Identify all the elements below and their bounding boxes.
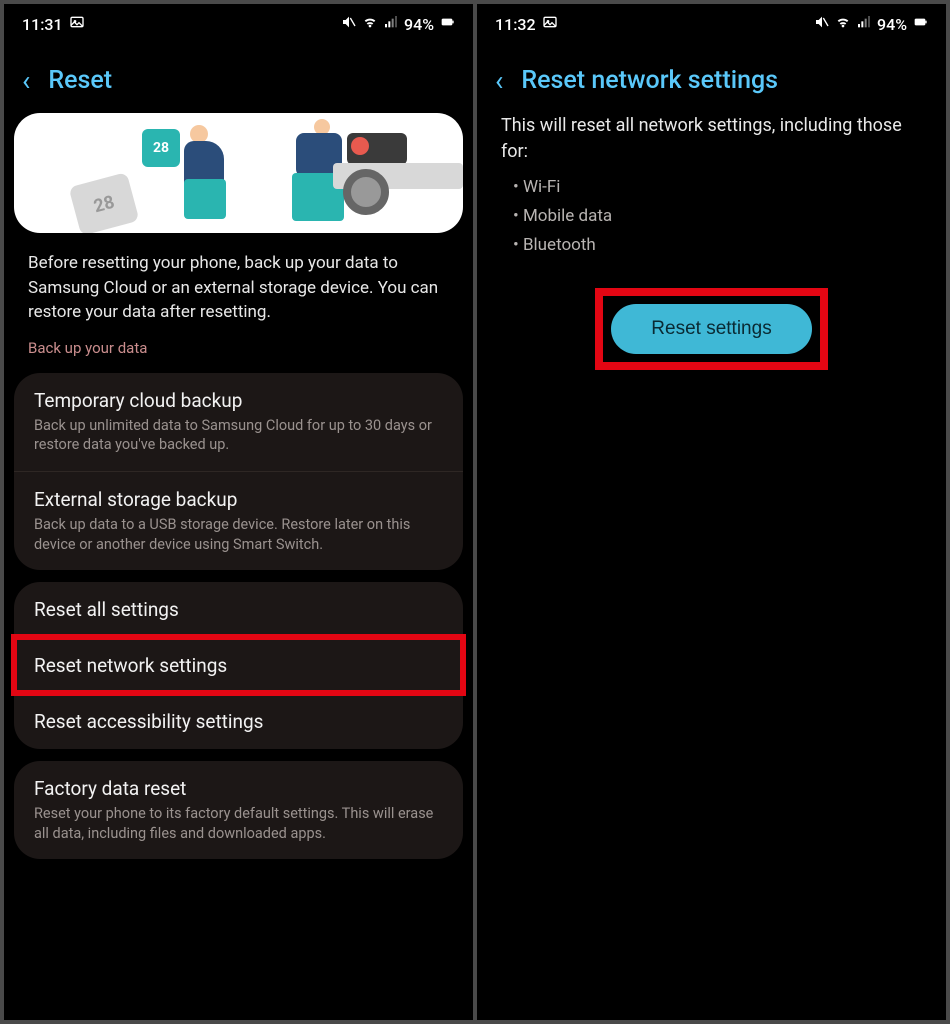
bullet-bluetooth: Bluetooth (513, 231, 922, 260)
item-title: Reset network settings (34, 654, 443, 677)
wifi-icon (362, 14, 378, 34)
list-item-external-backup[interactable]: External storage backup Back up data to … (14, 471, 463, 570)
network-bullet-list: Wi-Fi Mobile data Bluetooth (477, 173, 946, 278)
mute-icon (341, 14, 357, 34)
battery-icon (912, 14, 928, 34)
description-text: This will reset all network settings, in… (477, 113, 946, 173)
list-item-reset-accessibility[interactable]: Reset accessibility settings (14, 693, 463, 749)
item-subtitle: Back up data to a USB storage device. Re… (34, 515, 443, 554)
backup-card: Temporary cloud backup Back up unlimited… (14, 373, 463, 570)
item-title: Reset accessibility settings (34, 710, 443, 733)
status-bar: 11:32 94% (477, 4, 946, 40)
intro-text: Before resetting your phone, back up you… (4, 251, 473, 339)
truck-icon (333, 123, 463, 223)
item-subtitle: Back up unlimited data to Samsung Cloud … (34, 416, 443, 455)
battery-percent: 94% (404, 15, 434, 34)
screenshot-icon (69, 14, 85, 34)
signal-icon (383, 14, 399, 34)
page-title: Reset network settings (521, 66, 778, 95)
factory-card: Factory data reset Reset your phone to i… (14, 761, 463, 859)
phone-screen-reset-network: 11:32 94% ‹ Reset network settings This … (477, 4, 946, 1020)
item-title: Temporary cloud backup (34, 389, 443, 412)
screenshot-icon (542, 14, 558, 34)
page-title: Reset (48, 66, 112, 95)
wifi-icon (835, 14, 851, 34)
battery-percent: 94% (877, 15, 907, 34)
status-icons: 94% (341, 14, 455, 34)
reset-settings-button[interactable]: Reset settings (611, 304, 811, 354)
calendar-grey-icon: 28 (69, 172, 140, 233)
highlight-box: Reset settings (595, 288, 827, 370)
list-item-reset-all[interactable]: Reset all settings (14, 582, 463, 637)
status-time: 11:32 (495, 15, 536, 34)
item-title: Factory data reset (34, 777, 443, 800)
backup-illustration: 28 28 (14, 113, 463, 233)
back-icon[interactable]: ‹ (495, 67, 503, 95)
status-icons: 94% (814, 14, 928, 34)
backup-section-label: Back up your data (4, 339, 473, 367)
calendar-teal-icon: 28 (142, 129, 180, 167)
list-item-reset-network[interactable]: Reset network settings (14, 637, 463, 693)
signal-icon (856, 14, 872, 34)
bullet-wifi: Wi-Fi (513, 173, 922, 202)
list-item-factory-reset[interactable]: Factory data reset Reset your phone to i… (14, 761, 463, 859)
status-time: 11:31 (22, 15, 63, 34)
battery-icon (439, 14, 455, 34)
mute-icon (814, 14, 830, 34)
back-icon[interactable]: ‹ (22, 67, 30, 95)
page-header: ‹ Reset network settings (477, 40, 946, 113)
bullet-mobile-data: Mobile data (513, 202, 922, 231)
reset-card: Reset all settings Reset network setting… (14, 582, 463, 749)
phone-screen-reset: 11:31 94% ‹ Reset 28 28 Before resetting… (4, 4, 473, 1020)
page-header: ‹ Reset (4, 40, 473, 113)
status-bar: 11:31 94% (4, 4, 473, 40)
item-title: External storage backup (34, 488, 443, 511)
item-subtitle: Reset your phone to its factory default … (34, 804, 443, 843)
list-item-temp-cloud-backup[interactable]: Temporary cloud backup Back up unlimited… (14, 373, 463, 471)
item-title: Reset all settings (34, 598, 443, 621)
person-kneeling-icon (184, 123, 244, 223)
